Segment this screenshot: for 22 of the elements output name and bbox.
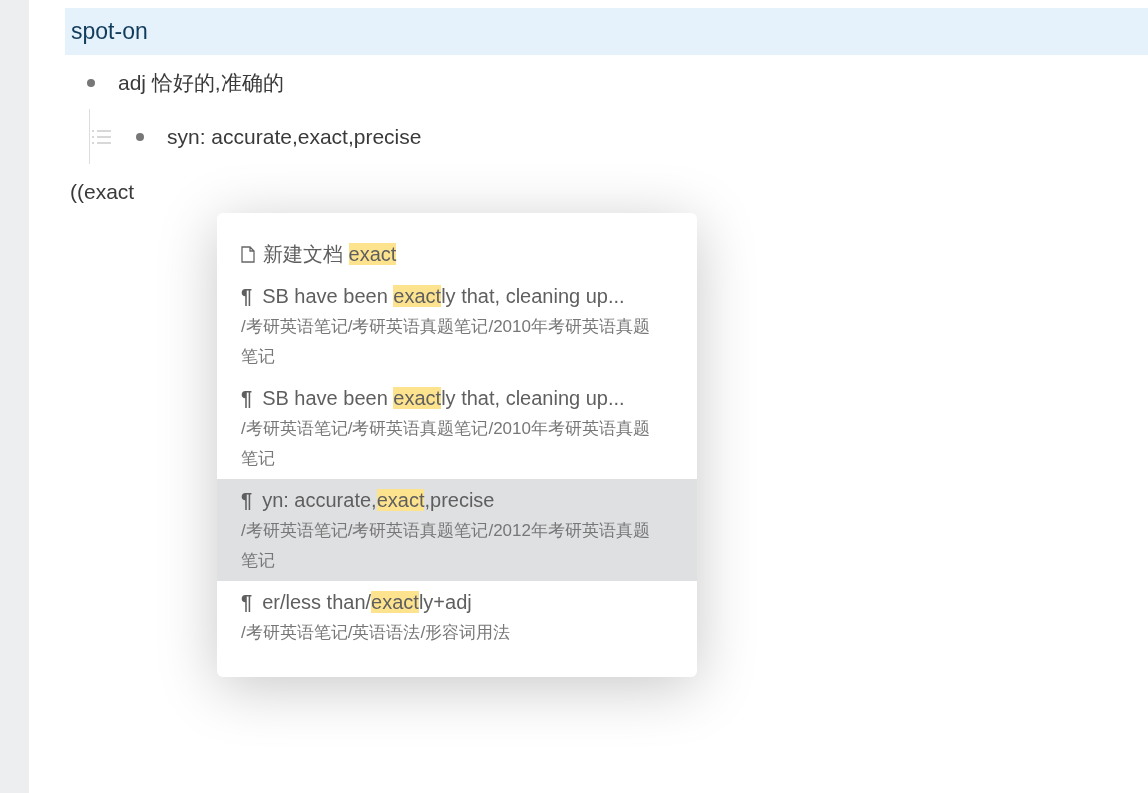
- list-icon: [91, 128, 111, 145]
- result-title: SB have been exactly that, cleaning up...: [262, 386, 625, 411]
- search-result[interactable]: ¶ SB have been exactly that, cleaning up... /考研英语笔记/考研英语真题笔记/2010年考研英语真题笔记: [217, 377, 697, 479]
- paragraph-mark: ¶: [241, 386, 253, 411]
- list-item-text: syn: accurate,exact,precise: [167, 123, 422, 150]
- result-path: /考研英语笔记/考研英语真题笔记/2012年考研英语真题笔记: [241, 520, 651, 572]
- result-path: /考研英语笔记/英语语法/形容词用法: [241, 622, 512, 644]
- paragraph-mark: ¶: [241, 284, 253, 309]
- typed-text: ((exact: [69, 179, 136, 205]
- result-title: yn: accurate,exact,precise: [262, 488, 495, 513]
- heading: spot-on: [65, 8, 1148, 55]
- paragraph-mark: ¶: [241, 488, 253, 513]
- result-title: SB have been exactly that, cleaning up...: [262, 284, 625, 309]
- list-item-text: adj 恰好的,准确的: [118, 70, 284, 97]
- search-result[interactable]: 新建文档 exact: [217, 233, 697, 275]
- paragraph-mark: ¶: [241, 590, 253, 615]
- result-path: /考研英语笔记/考研英语真题笔记/2010年考研英语真题笔记: [241, 418, 651, 470]
- search-result[interactable]: ¶ yn: accurate,exact,precise /考研英语笔记/考研英语真题笔记/2012年考研英语真题笔记: [217, 479, 697, 581]
- search-result[interactable]: ¶ SB have been exactly that, cleaning up... /考研英语笔记/考研英语真题笔记/2010年考研英语真题笔记: [217, 275, 697, 377]
- result-title: 新建文档 exact: [263, 242, 397, 267]
- document-icon: [241, 245, 255, 263]
- result-path: /考研英语笔记/考研英语真题笔记/2010年考研英语真题笔记: [241, 316, 651, 368]
